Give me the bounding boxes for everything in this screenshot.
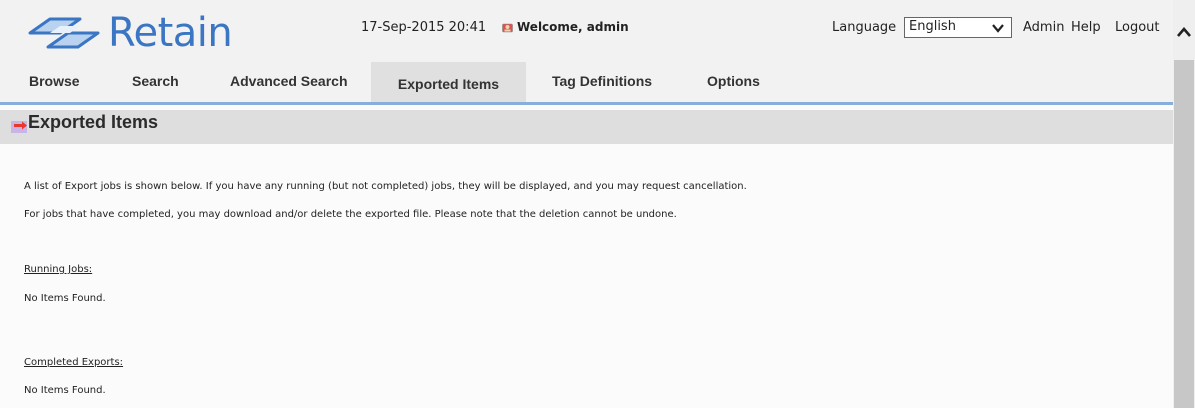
tab-tag-definitions[interactable]: Tag Definitions (552, 62, 652, 102)
admin-link[interactable]: Admin (1023, 20, 1064, 35)
logo-text: Retain (108, 10, 233, 56)
chevron-down-icon (992, 24, 1004, 33)
running-jobs-empty: No Items Found. (24, 293, 106, 304)
tab-search[interactable]: Search (132, 62, 179, 102)
retain-logo-icon (28, 17, 100, 49)
tab-options[interactable]: Options (707, 62, 760, 102)
scrollbar-thumb[interactable] (1174, 60, 1194, 408)
completed-exports-empty: No Items Found. (24, 385, 106, 396)
language-select[interactable]: English (904, 17, 1012, 38)
app-window: Retain 17-Sep-2015 20:41 Welcome, admin … (0, 0, 1173, 408)
header: Retain 17-Sep-2015 20:41 Welcome, admin … (0, 0, 1173, 62)
page-title: Exported Items (28, 112, 159, 132)
export-icon (11, 121, 27, 133)
welcome-text: Welcome, admin (517, 20, 629, 34)
intro-line-1: A list of Export jobs is shown below. If… (24, 181, 747, 192)
welcome-message: Welcome, admin (502, 20, 629, 34)
tab-divider (0, 102, 1173, 105)
datetime: 17-Sep-2015 20:41 (361, 20, 487, 35)
tab-browse[interactable]: Browse (29, 62, 80, 102)
scroll-up-icon[interactable] (1173, 22, 1195, 44)
language-label: Language (832, 20, 897, 35)
language-value: English (909, 19, 956, 34)
logo[interactable]: Retain (28, 10, 233, 56)
tab-advanced-search[interactable]: Advanced Search (230, 62, 348, 102)
running-jobs-heading: Running Jobs: (24, 264, 93, 275)
page-title-bar (0, 110, 1173, 144)
tab-exported-items[interactable]: Exported Items (371, 62, 526, 102)
logout-link[interactable]: Logout (1115, 20, 1173, 35)
main-tabs: Browse Search Advanced Search Exported I… (0, 62, 1173, 102)
intro-line-2: For jobs that have completed, you may do… (24, 209, 677, 220)
help-link[interactable]: Help (1071, 20, 1101, 35)
completed-exports-heading: Completed Exports: (24, 357, 124, 368)
user-icon (502, 23, 513, 32)
